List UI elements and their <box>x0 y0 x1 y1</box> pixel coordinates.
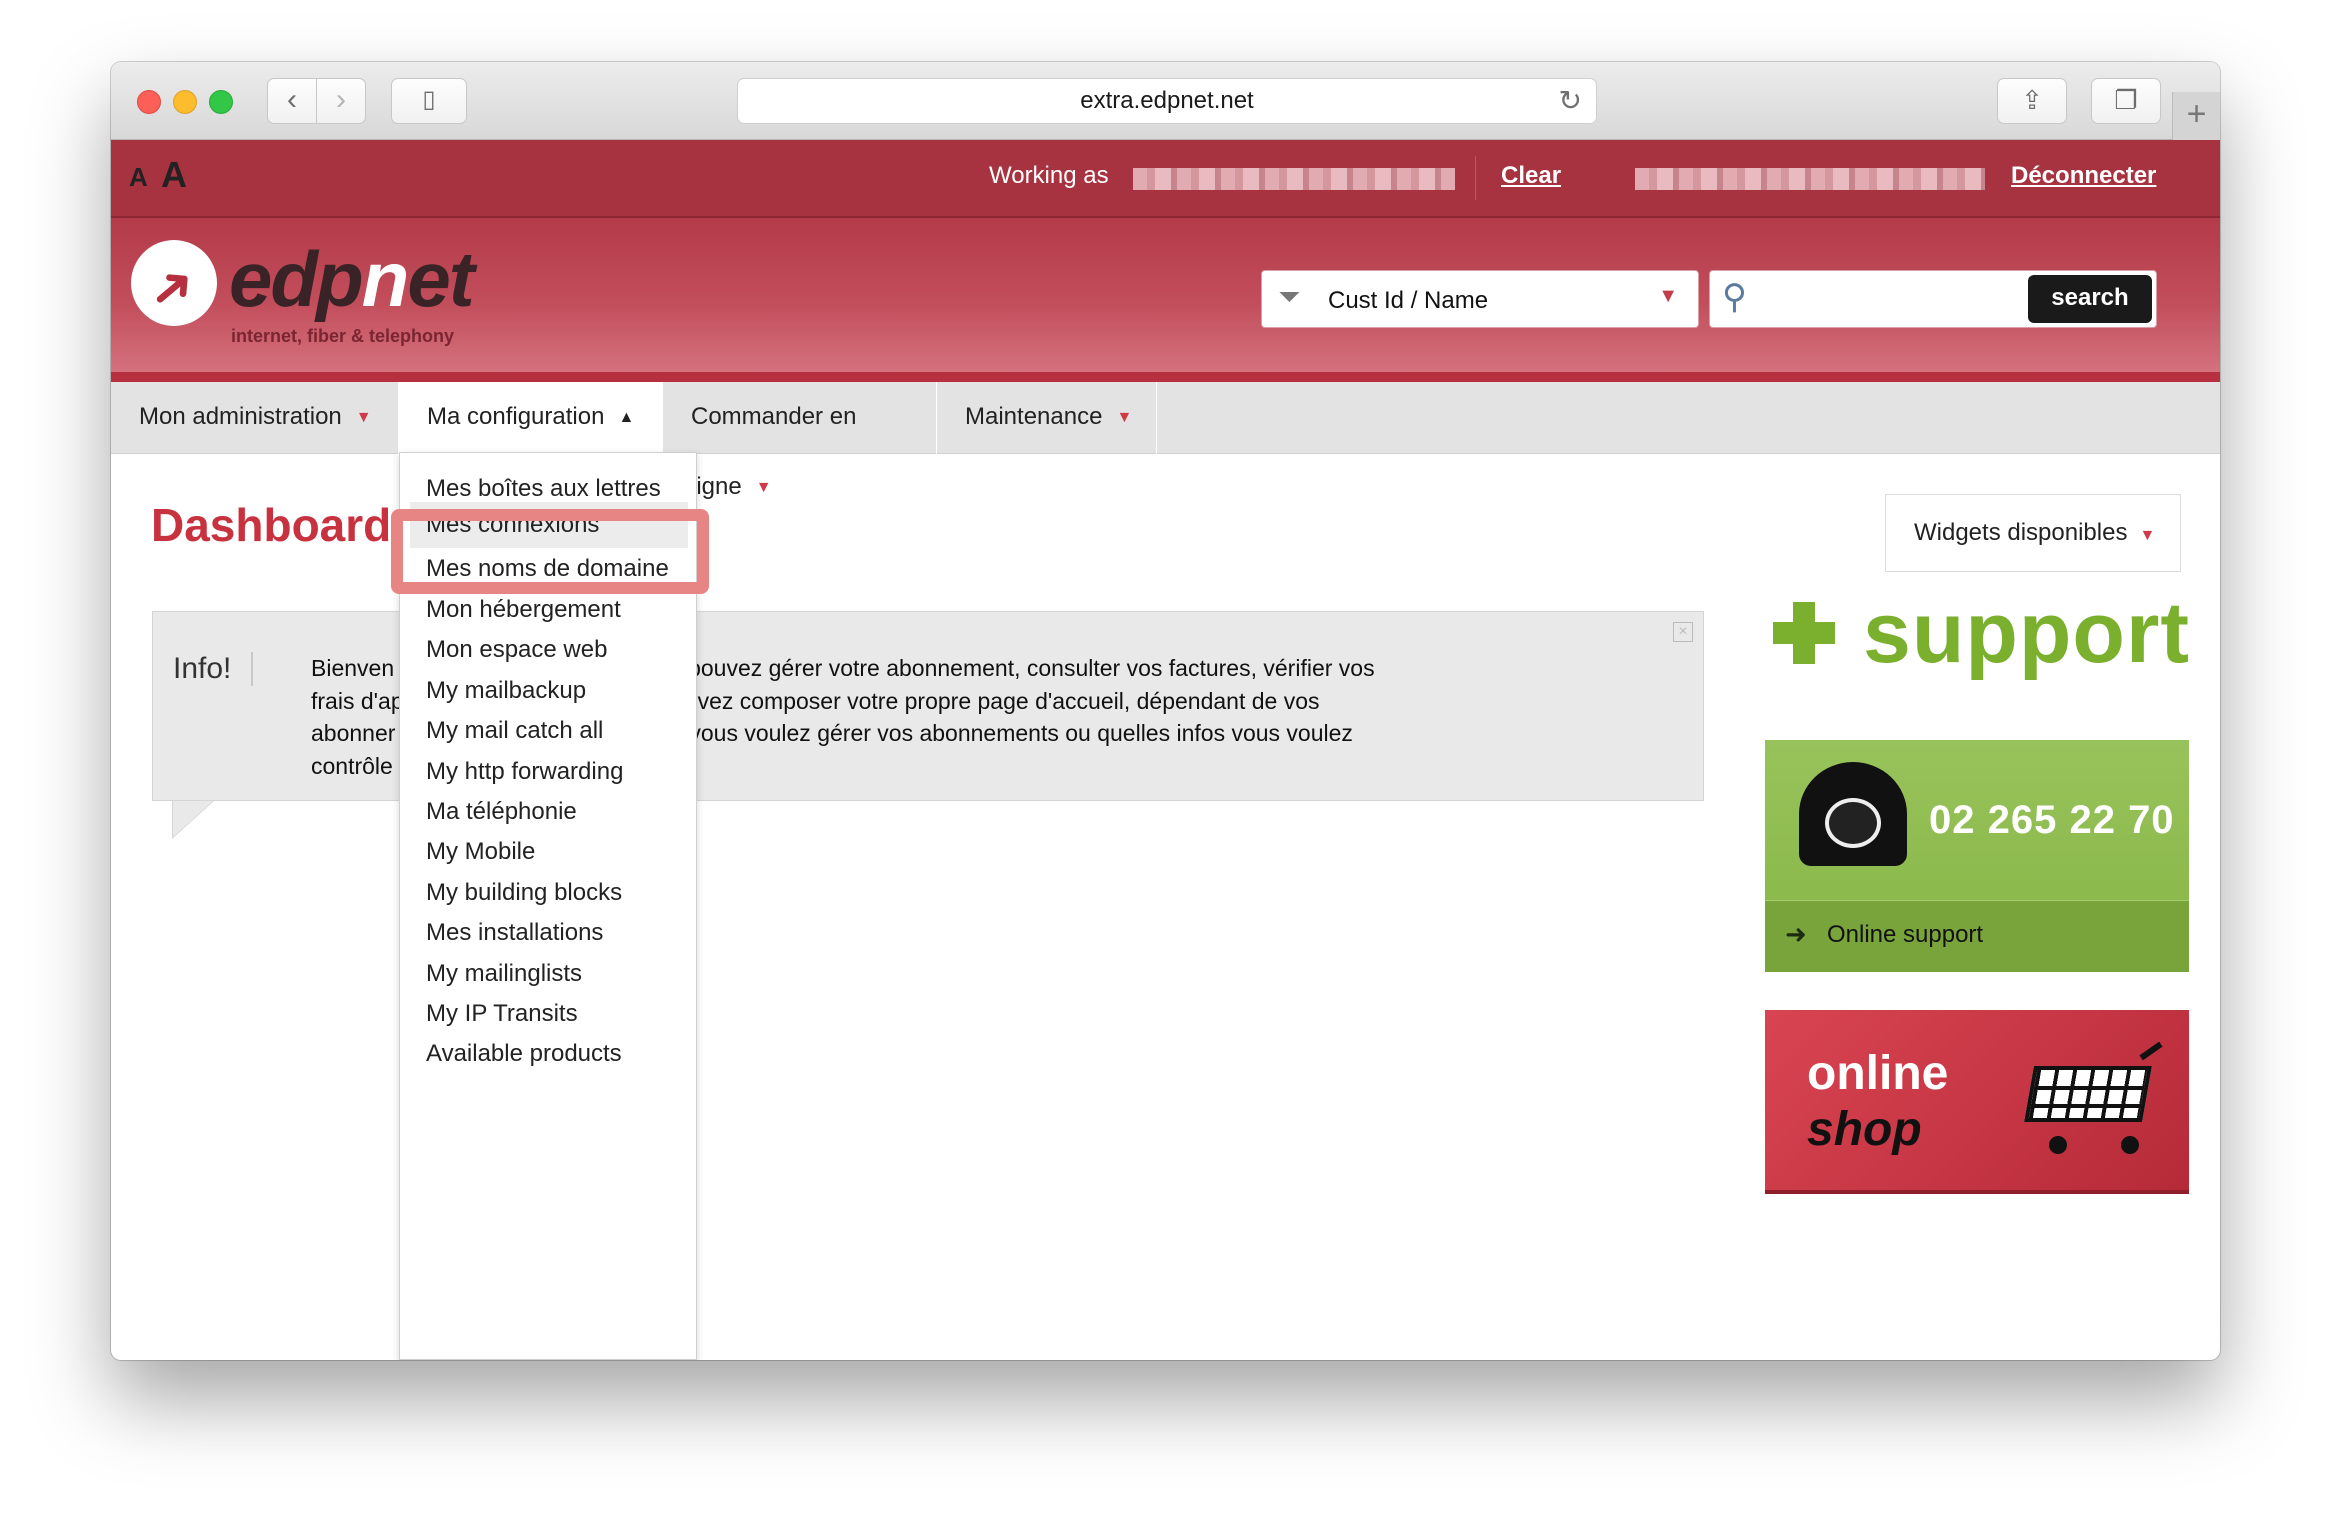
online-shop-banner[interactable]: online shop <box>1765 1010 2189 1194</box>
font-decrease-icon[interactable]: A <box>129 162 148 193</box>
menu-item-available-products[interactable]: Available products <box>426 1040 622 1068</box>
widgets-label: Widgets disponibles <box>1914 519 2128 546</box>
zoom-window-button[interactable] <box>209 90 233 114</box>
logo[interactable]: edpnet <box>229 234 475 325</box>
nav-commander-en-ligne[interactable]: Commander en ligne ▼ <box>663 382 937 500</box>
chevron-down-icon: ▼ <box>1658 285 1678 307</box>
menu-item-mailinglists[interactable]: My mailinglists <box>426 960 582 988</box>
site-header: ➜ edpnet internet, fiber & telephony ⏷ C… <box>111 218 2220 382</box>
nav-label: Mon administration <box>139 403 342 430</box>
menu-item-ip-transits[interactable]: My IP Transits <box>426 1000 578 1028</box>
forward-icon[interactable]: › <box>316 78 366 124</box>
caret-down-icon: ▼ <box>755 478 772 496</box>
address-bar[interactable]: extra.edpnet.net ↻ <box>737 78 1597 124</box>
main-nav: Mon administration ▼ Ma configuration ▲ Co… <box>111 382 2220 500</box>
reload-icon[interactable]: ↻ <box>1559 79 1582 123</box>
nav-label: Maintenance <box>965 403 1103 430</box>
share-icon[interactable]: ⇪ <box>1997 78 2067 124</box>
info-label: Info! <box>173 652 254 686</box>
close-icon[interactable]: × <box>1673 622 1693 642</box>
menu-item-hebergement[interactable]: Mon hébergement <box>426 596 621 624</box>
new-tab-icon[interactable]: + <box>2172 92 2220 140</box>
browser-window: ‹ › ▯ extra.edpnet.net ↻ ⇪ ❐ + A A Worki… <box>111 62 2220 1360</box>
logo-tagline: internet, fiber & telephony <box>231 326 455 346</box>
caret-down-icon: ▼ <box>2139 527 2156 544</box>
search-button[interactable]: search <box>2028 275 2152 323</box>
menu-item-boites-aux-lettres[interactable]: Mes boîtes aux lettres <box>426 475 661 503</box>
shop-line-1: online <box>1807 1047 1949 1100</box>
info-box: Info! Bienven pouvez gérer votre abonnem… <box>152 611 1704 801</box>
back-icon[interactable]: ‹ <box>267 78 317 124</box>
font-increase-icon[interactable]: A <box>161 154 187 196</box>
nav-label: Commander en ligne <box>691 403 857 500</box>
working-as-label: Working as <box>989 162 1109 189</box>
caret-down-icon: ▼ <box>355 408 372 426</box>
nav-mon-administration[interactable]: Mon administration ▼ <box>111 382 399 454</box>
menu-item-http-forwarding[interactable]: My http forwarding <box>426 758 623 786</box>
menu-item-building-blocks[interactable]: My building blocks <box>426 879 622 907</box>
nav-ma-configuration[interactable]: Ma configuration ▲ <box>399 382 663 454</box>
support-title: support <box>1863 585 2191 681</box>
menu-item-mail-catch-all[interactable]: My mail catch all <box>426 717 603 745</box>
selection-highlight <box>391 509 709 594</box>
menu-item-installations[interactable]: Mes installations <box>426 919 603 947</box>
minimize-window-button[interactable] <box>173 90 197 114</box>
arrow-right-icon: ➜ <box>1785 919 1807 949</box>
menu-item-mailbackup[interactable]: My mailbackup <box>426 677 586 705</box>
search-icon: ⚲ <box>1722 278 1747 316</box>
filter-icon: ⏷ <box>1278 281 1301 312</box>
plus-cross-icon <box>1773 602 1835 664</box>
caret-down-icon: ▼ <box>1116 408 1133 426</box>
online-support-label: Online support <box>1827 921 1984 948</box>
widgets-dropdown[interactable]: Widgets disponibles ▼ <box>1885 494 2181 572</box>
page-title: Dashboard <box>151 499 392 551</box>
nav-label: Ma configuration <box>427 403 605 430</box>
shop-line-2: shop <box>1807 1103 1922 1156</box>
menu-item-telephonie[interactable]: Ma téléphonie <box>426 798 577 826</box>
telephone-icon <box>1799 762 1907 866</box>
search-box: ⚲ search <box>1709 270 2157 328</box>
search-input[interactable] <box>1762 279 2012 319</box>
filter-label: Cust Id / Name <box>1328 287 1489 314</box>
shopping-cart-icon <box>2021 1041 2163 1158</box>
nav-maintenance[interactable]: Maintenance ▼ <box>937 382 1157 454</box>
info-tail <box>173 801 213 837</box>
redacted-account <box>1635 168 1985 190</box>
support-phone-number: 02 265 22 70 <box>1929 798 2175 842</box>
site-topbar: A A Working as Clear Déconnecter <box>111 140 2220 218</box>
menu-item-espace-web[interactable]: Mon espace web <box>426 636 607 664</box>
divider <box>1475 156 1476 200</box>
online-support-link[interactable]: ➜ Online support <box>1765 900 2189 972</box>
support-phone-widget[interactable]: 02 265 22 70 ➜ Online support <box>1765 740 2189 972</box>
url-text: extra.edpnet.net <box>1080 87 1254 114</box>
caret-up-icon: ▲ <box>618 408 635 426</box>
disconnect-link[interactable]: Déconnecter <box>2011 162 2156 190</box>
logo-arrow-icon[interactable]: ➜ <box>131 240 217 326</box>
sidebar-toggle-icon[interactable]: ▯ <box>391 78 467 124</box>
redacted-user <box>1133 168 1455 190</box>
search-filter-select[interactable]: ⏷ Cust Id / Name ▼ <box>1261 270 1699 328</box>
browser-toolbar: ‹ › ▯ extra.edpnet.net ↻ ⇪ ❐ + <box>111 62 2220 140</box>
tabs-overview-icon[interactable]: ❐ <box>2091 78 2161 124</box>
menu-item-my-mobile[interactable]: My Mobile <box>426 838 535 866</box>
close-window-button[interactable] <box>137 90 161 114</box>
clear-link[interactable]: Clear <box>1501 162 1561 190</box>
